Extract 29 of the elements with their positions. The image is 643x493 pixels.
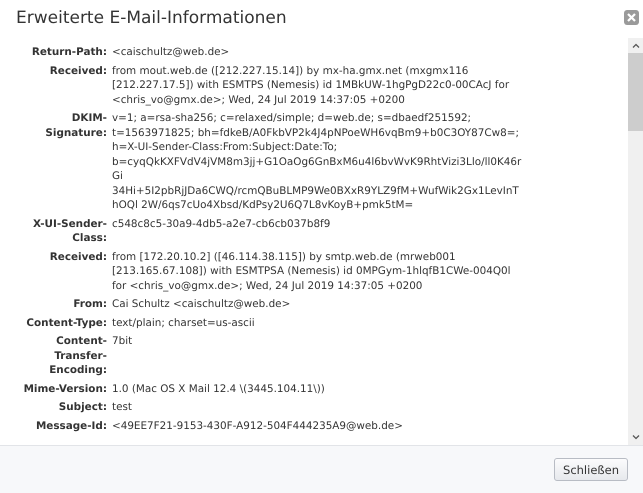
close-button[interactable] [624, 10, 639, 25]
caret-down-icon [632, 435, 640, 440]
header-label: DKIM-Signature: [44, 111, 107, 140]
header-label: Message-Id: [34, 418, 107, 433]
header-value: 1.0 (Mac OS X Mail 12.4 \(3445.104.11\)) [112, 382, 326, 396]
scrollbar-thumb[interactable] [628, 53, 643, 131]
header-label: From: [72, 297, 107, 312]
header-value: from mout.web.de ([212.227.15.14]) by mx-ha.gmx.net (mxgmx116 [212.227.17.5]) with ESMTPS (Nemesis) id 1MBkUW-1hgPgD22c0-00CAcJ for <chris_vo@gmx.de>; Wed, 24 Jul 2019 14:37:05 +0200 [112, 64, 510, 107]
header-label: Received: [48, 64, 107, 78]
header-value: Cai Schultz <caischultz@web.de> [112, 297, 292, 312]
header-value: test [112, 400, 133, 414]
header-label: Subject: [58, 400, 107, 414]
header-label: Content-Transfer-Encoding: [48, 334, 107, 378]
header-value: <caischultz@web.de> [112, 45, 230, 60]
header-value: text/plain; charset=us-ascii [112, 316, 256, 330]
header-value: from [172.20.10.2] ([46.114.38.115]) by smtp.web.de (mrweb001 [213.165.67.108]) with ESMTPSA (Nemesis) id 0MPGym-1hlqfB1CWe-004Q0l for <chris_vo@gmx.de>; Wed, 24 Jul 2019 14:37:05 +0200 [112, 250, 512, 293]
header-label: Return-Path: [30, 45, 107, 60]
caret-up-icon [632, 43, 640, 48]
header-value: c548c8c5-30a9-4db5-a2e7-cb6cb037b8f9 [112, 216, 332, 232]
close-dialog-button[interactable]: Schließen [554, 458, 628, 481]
header-value: v=1; a=rsa-sha256; c=relaxed/simple; d=web.de; s=dbaedf251592; t=1563971825; bh=fdkeB/A0FkbVP2k4J4pNPoeWH6vqBm9+b0C3OY87Cw8=; h=X-UI-Sender-Class:From:Subject:Date:To; b=cyqQkKXFVdV4jVM8m3jj+G1OaOg6GnBxM6u4l6bvWvK9RhtVizi3Llo/ll0K46rGi 34Hi+5I2pbRjJDa6CWQ/rcmQBuBLMP9We0BXxR9YLZ9fM+WufWik2Gx1LevInThOQl 2W/6qs7cUo4Xbsd/KdPsy2U6Q7L8vKoyB+pmk5tM= [112, 111, 522, 212]
dialog-title: Erweiterte E-Mail-Informationen [16, 8, 287, 28]
header-label: Received: [48, 250, 107, 264]
header-label: X-UI-Sender-Class: [32, 216, 107, 246]
header-label: Content-Type: [25, 316, 107, 330]
header-value: 7bit [112, 334, 134, 349]
header-label: Mime-Version: [22, 382, 107, 396]
header-value: <49EE7F21-9153-430F-A912-504F444235A9@web.de> [112, 418, 404, 433]
scrollbar[interactable] [628, 38, 643, 445]
